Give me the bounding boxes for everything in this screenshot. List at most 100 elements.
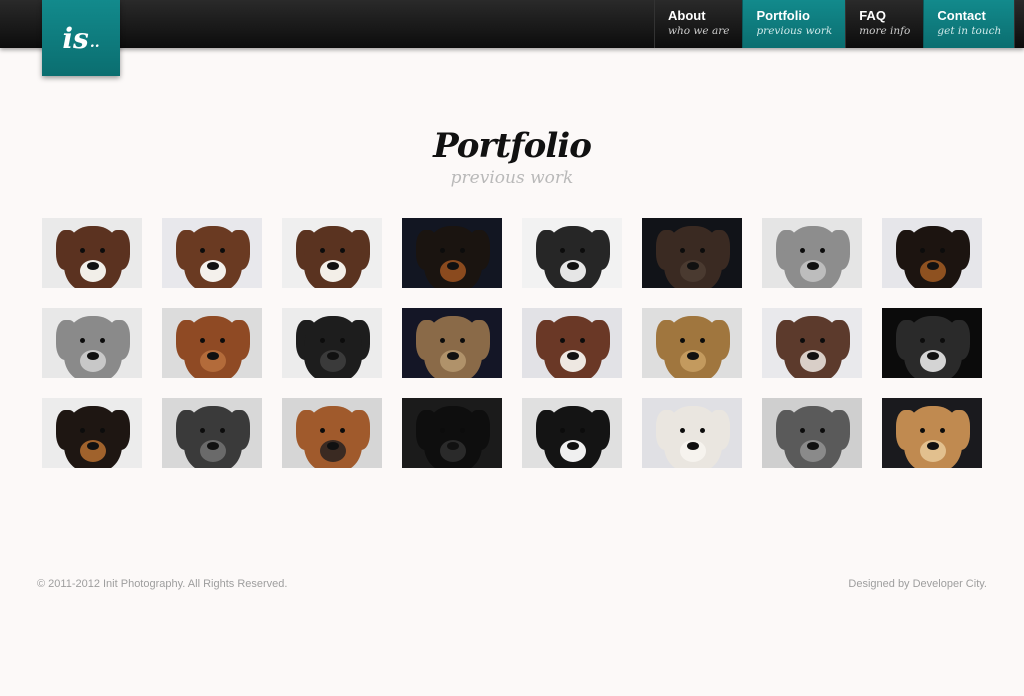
nav-item-subtitle: get in touch	[937, 25, 1002, 37]
dog-eye	[440, 248, 445, 253]
dog-nose	[807, 262, 819, 270]
golden-retriever-photo	[882, 398, 982, 468]
portfolio-thumbnail[interactable]	[522, 398, 622, 468]
dog-eye	[80, 428, 85, 433]
golden-terrier-photo	[642, 308, 742, 378]
boxer-photo	[282, 398, 382, 468]
bw-curly-spaniel-photo	[162, 398, 262, 468]
dog-eye	[940, 428, 945, 433]
dog-eye	[580, 338, 585, 343]
portfolio-thumbnail[interactable]	[42, 308, 142, 378]
black-spaniel-photo	[402, 398, 502, 468]
nav-item-title: About	[668, 8, 706, 23]
nav-item-faq[interactable]: FAQ more info	[845, 0, 923, 48]
dog-eye	[100, 428, 105, 433]
portfolio-thumbnail[interactable]	[402, 398, 502, 468]
dog-eye	[440, 338, 445, 343]
dog-nose	[567, 262, 579, 270]
portfolio-thumbnail[interactable]	[162, 398, 262, 468]
page-heading: Portfolio previous work	[0, 126, 1024, 188]
springer-spaniel-photo	[162, 218, 262, 288]
dog-nose	[567, 352, 579, 360]
portfolio-thumbnail[interactable]	[402, 218, 502, 288]
nav-item-subtitle: who we are	[668, 25, 730, 37]
portfolio-thumbnail[interactable]	[402, 308, 502, 378]
nav-item-subtitle: previous work	[756, 25, 833, 37]
dog-nose	[87, 262, 99, 270]
dog-nose	[87, 352, 99, 360]
logo[interactable]: is..	[42, 0, 120, 76]
portfolio-thumbnail[interactable]	[522, 218, 622, 288]
portfolio-thumbnail[interactable]	[642, 308, 742, 378]
portfolio-thumbnail[interactable]	[282, 218, 382, 288]
dog-eye	[440, 428, 445, 433]
nav-item-subtitle: more info	[859, 25, 911, 37]
dog-eye	[80, 248, 85, 253]
dog-nose	[327, 262, 339, 270]
dog-nose	[927, 442, 939, 450]
dog-nose	[327, 352, 339, 360]
dog-nose	[327, 442, 339, 450]
spotted-spaniel-photo	[522, 308, 622, 378]
dog-eye	[580, 248, 585, 253]
dog-eye	[200, 338, 205, 343]
dog-eye	[800, 338, 805, 343]
main-nav: About who we are Portfolio previous work…	[654, 0, 1016, 48]
portfolio-thumbnail[interactable]	[882, 398, 982, 468]
bordeaux-mastiff-photo	[162, 308, 262, 378]
westie-photo	[642, 398, 742, 468]
portfolio-thumbnail[interactable]	[282, 308, 382, 378]
spaniel-closeup-photo	[282, 218, 382, 288]
footer-credit: Designed by Developer City.	[848, 578, 987, 590]
dog-eye	[800, 248, 805, 253]
portfolio-thumbnail[interactable]	[642, 218, 742, 288]
dog-nose	[687, 352, 699, 360]
bw-spaniel-photo	[522, 218, 622, 288]
dog-eye	[680, 428, 685, 433]
dog-eye	[560, 428, 565, 433]
dog-eye	[80, 338, 85, 343]
dog-eye	[920, 338, 925, 343]
dog-eye	[200, 428, 205, 433]
portfolio-thumbnail[interactable]	[162, 308, 262, 378]
lying-spaniel-photo	[762, 308, 862, 378]
dog-eye	[700, 338, 705, 343]
portfolio-thumbnail[interactable]	[282, 398, 382, 468]
dog-eye	[940, 338, 945, 343]
doberman-portrait-photo	[882, 218, 982, 288]
dog-eye	[680, 338, 685, 343]
dog-eye	[940, 248, 945, 253]
logo-dots: ..	[89, 35, 100, 51]
bw-doberman-photo	[282, 308, 382, 378]
portfolio-thumbnail[interactable]	[762, 398, 862, 468]
bw-terrier-photo	[42, 308, 142, 378]
dog-nose	[927, 262, 939, 270]
dog-eye	[100, 248, 105, 253]
nav-item-title: FAQ	[859, 8, 886, 23]
portfolio-thumbnail[interactable]	[762, 218, 862, 288]
nav-item-portfolio[interactable]: Portfolio previous work	[742, 0, 846, 48]
border-terrier-photo	[402, 308, 502, 378]
portfolio-thumbnail[interactable]	[882, 218, 982, 288]
portfolio-thumbnail[interactable]	[162, 218, 262, 288]
nav-item-title: Contact	[937, 8, 986, 23]
nav-item-about[interactable]: About who we are	[654, 0, 742, 48]
portfolio-thumbnail[interactable]	[882, 308, 982, 378]
dog-nose	[807, 442, 819, 450]
portfolio-thumbnail[interactable]	[42, 218, 142, 288]
dog-eye	[700, 248, 705, 253]
dog-nose	[447, 352, 459, 360]
portfolio-thumbnail[interactable]	[642, 398, 742, 468]
dog-nose	[927, 352, 939, 360]
nav-item-title: Portfolio	[756, 8, 810, 23]
dog-nose	[207, 262, 219, 270]
portfolio-thumbnail[interactable]	[522, 308, 622, 378]
dog-eye	[320, 428, 325, 433]
dog-nose	[687, 262, 699, 270]
nav-item-contact[interactable]: Contact get in touch	[923, 0, 1016, 48]
bw-bulldog-photo	[762, 398, 862, 468]
dog-eye	[460, 248, 465, 253]
dog-eye	[820, 248, 825, 253]
portfolio-thumbnail[interactable]	[42, 398, 142, 468]
portfolio-thumbnail[interactable]	[762, 308, 862, 378]
